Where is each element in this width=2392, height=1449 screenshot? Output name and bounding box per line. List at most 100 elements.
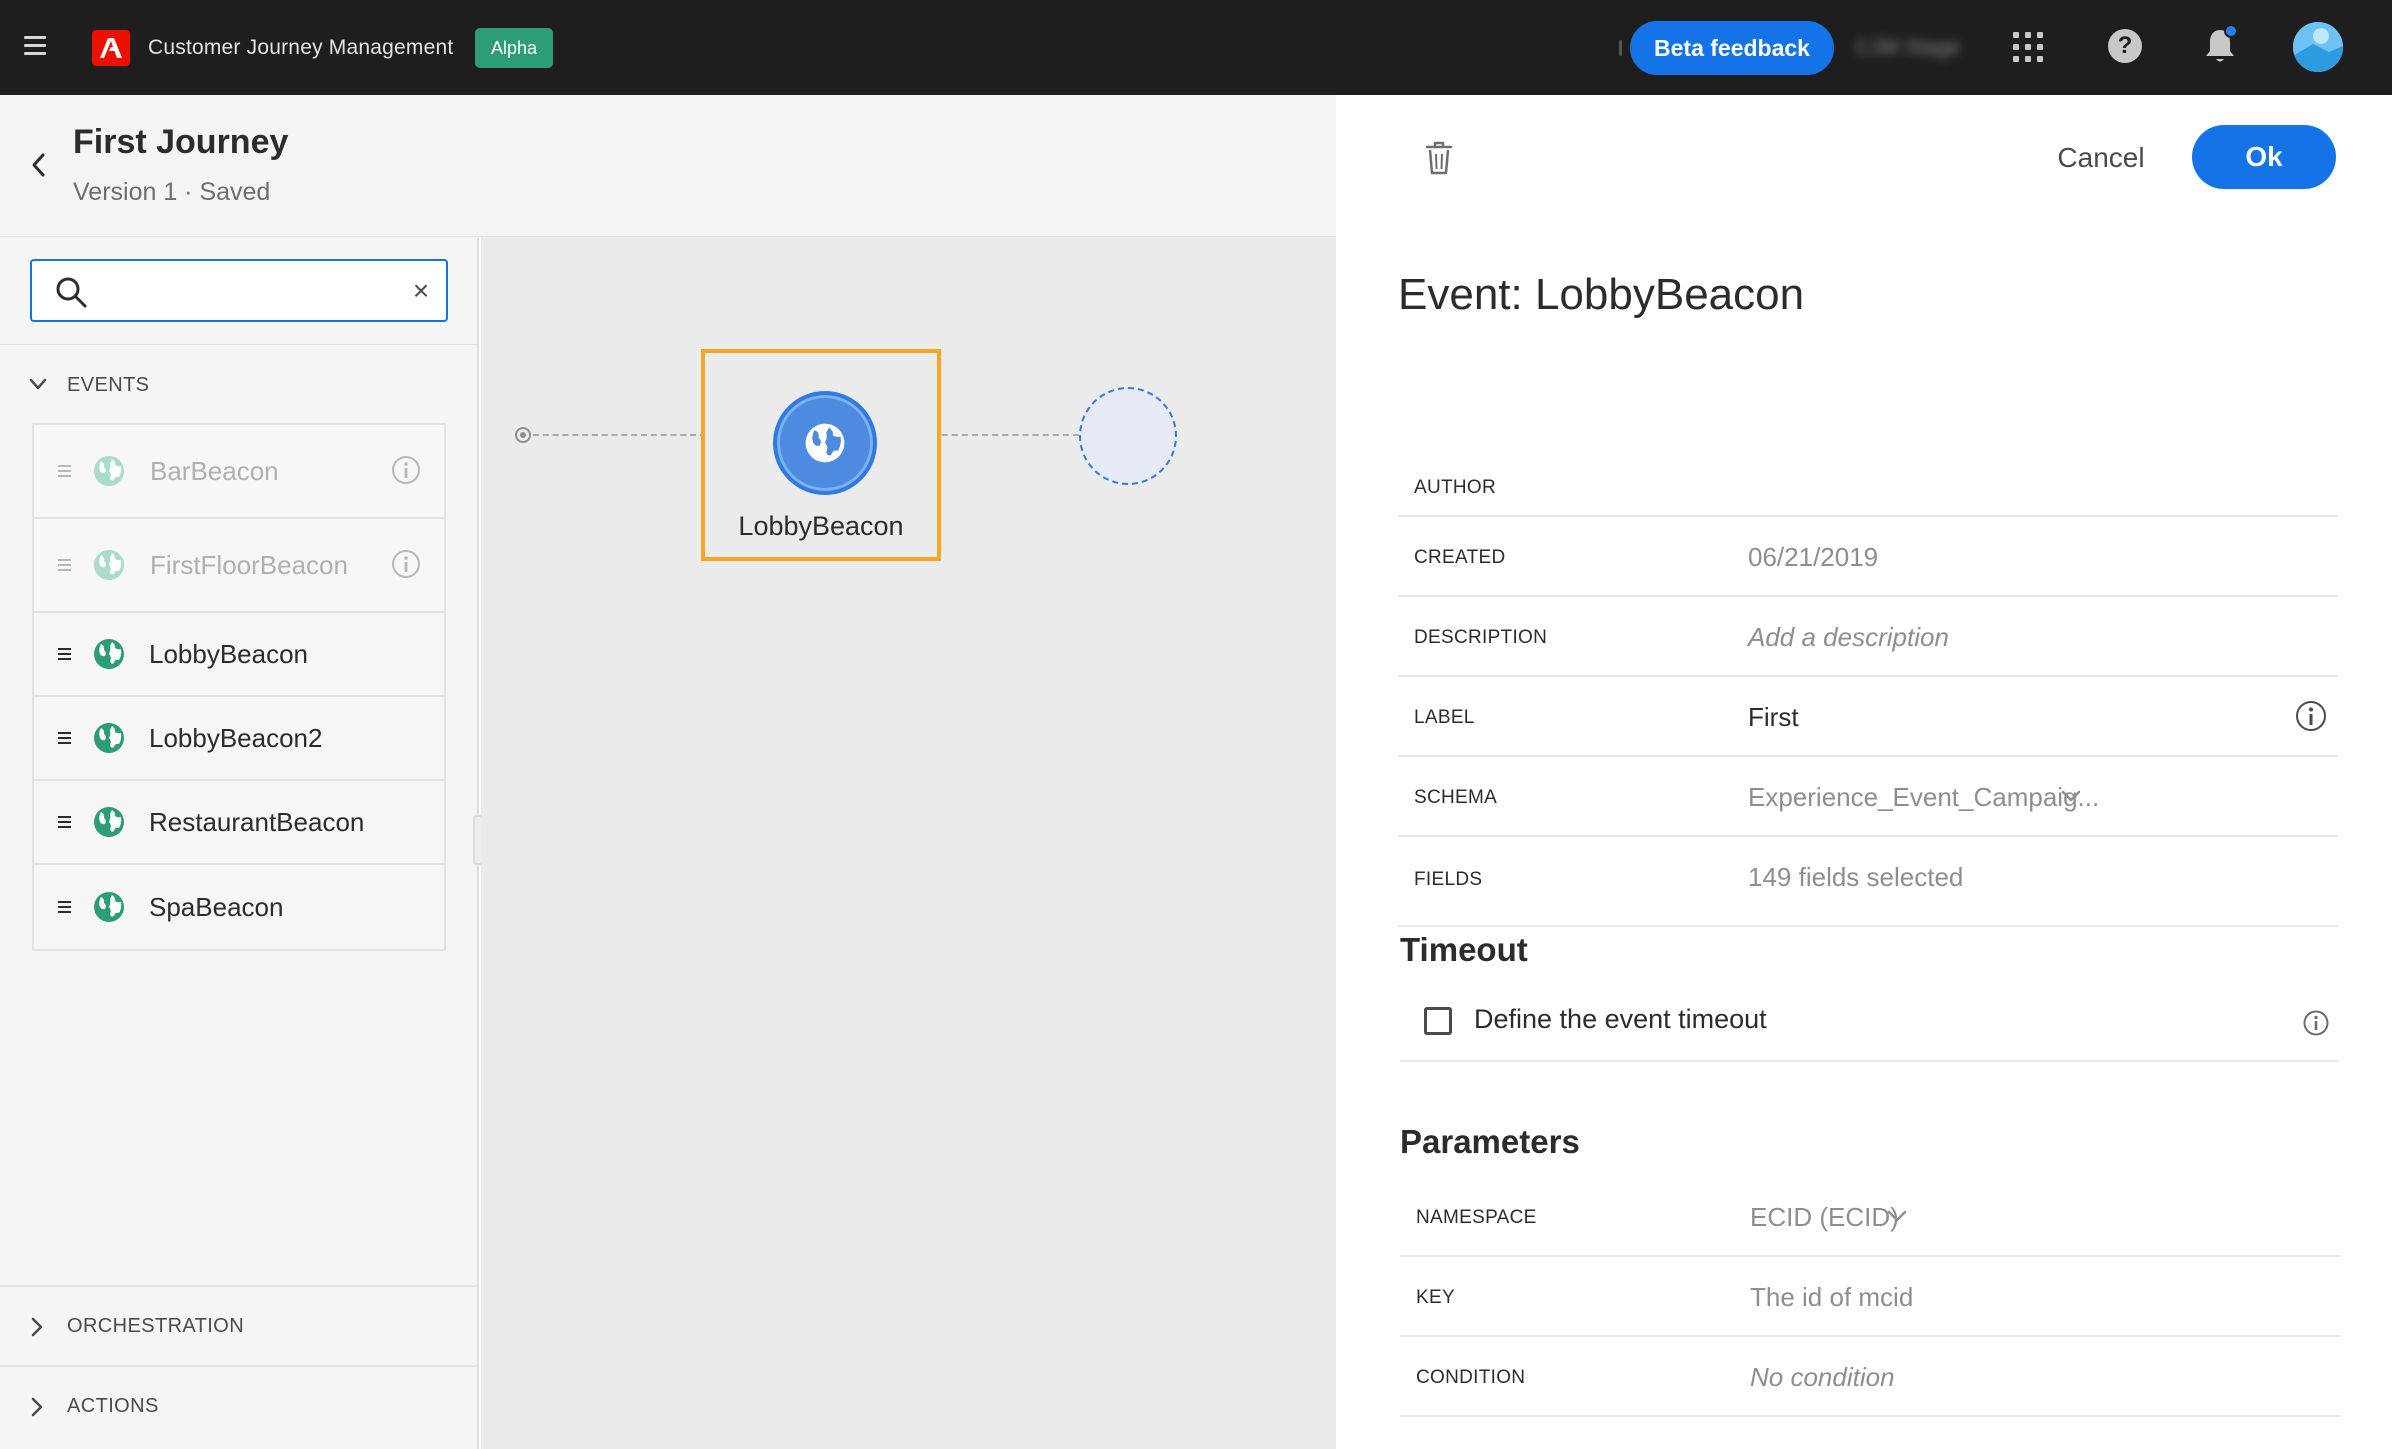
user-avatar[interactable]	[2293, 22, 2343, 72]
back-chevron-icon[interactable]	[28, 151, 48, 179]
drag-handle-icon[interactable]	[58, 648, 71, 660]
top-bar: Customer Journey Management Alpha Beta f…	[0, 0, 2392, 95]
event-item-barbeacon[interactable]: BarBeacon	[34, 425, 444, 519]
globe-icon	[94, 550, 124, 580]
event-item-spabeacon[interactable]: SpaBeacon	[34, 865, 444, 949]
journey-header: First Journey Version 1 · Saved	[0, 95, 1336, 237]
label-input[interactable]: First	[1748, 702, 1799, 733]
globe-icon	[94, 456, 124, 486]
globe-icon	[805, 423, 845, 463]
event-name: SpaBeacon	[149, 892, 284, 922]
journey-version-status: Version 1 · Saved	[73, 178, 271, 206]
key-row[interactable]: KEY The id of mcid	[1400, 1257, 2340, 1337]
event-item-restaurantbeacon[interactable]: RestaurantBeacon	[34, 781, 444, 865]
author-label: AUTHOR	[1414, 477, 1497, 498]
info-icon[interactable]	[390, 454, 422, 486]
start-point	[515, 427, 531, 443]
created-label: CREATED	[1414, 547, 1506, 568]
author-row: AUTHOR	[1398, 455, 2338, 517]
event-node-label: LobbyBeacon	[738, 511, 904, 541]
condition-row[interactable]: CONDITION No condition	[1400, 1337, 2340, 1417]
journey-title: First Journey	[73, 123, 289, 161]
adobe-logo[interactable]	[92, 30, 130, 66]
drag-handle-icon[interactable]	[58, 559, 71, 571]
chevron-down-icon[interactable]	[1886, 1209, 1908, 1223]
condition-label: CONDITION	[1416, 1367, 1526, 1388]
namespace-dropdown[interactable]: ECID (ECID)	[1750, 1202, 1899, 1233]
globe-icon	[94, 723, 124, 753]
description-row[interactable]: DESCRIPTION Add a description	[1398, 597, 2338, 677]
event-node-circle[interactable]	[773, 391, 877, 495]
clear-search-icon[interactable]: ×	[408, 277, 434, 305]
events-list: BarBeacon FirstFloorBeacon LobbyBeacon L…	[32, 423, 446, 951]
panel-title: Event: LobbyBeacon	[1398, 270, 1805, 319]
created-row: CREATED 06/21/2019	[1398, 517, 2338, 597]
info-icon[interactable]	[2302, 1009, 2330, 1037]
ok-button[interactable]: Ok	[2192, 125, 2336, 189]
schema-label: SCHEMA	[1414, 787, 1498, 808]
event-timeout-label[interactable]: Define the event timeout	[1474, 1004, 1767, 1035]
fields-row[interactable]: FIELDS 149 fields selected	[1398, 837, 2338, 927]
search-icon	[56, 277, 87, 308]
event-name: LobbyBeacon	[149, 639, 309, 669]
namespace-label: NAMESPACE	[1416, 1207, 1537, 1228]
chevron-down-icon	[29, 378, 47, 390]
app-title[interactable]: Customer Journey Management	[148, 36, 453, 60]
schema-row[interactable]: SCHEMA Experience_Event_Campaig...	[1398, 757, 2338, 837]
condition-value[interactable]: No condition	[1750, 1362, 1895, 1393]
help-icon[interactable]: ?	[2108, 29, 2142, 63]
drag-handle-icon[interactable]	[58, 465, 71, 477]
event-name: FirstFloorBeacon	[150, 550, 348, 580]
key-label: KEY	[1416, 1287, 1455, 1308]
org-switcher[interactable]: CJM Stage	[1856, 36, 1960, 60]
apps-grid-icon[interactable]	[2012, 31, 2044, 63]
description-input[interactable]: Add a description	[1748, 622, 1949, 653]
event-name: BarBeacon	[150, 456, 279, 486]
globe-icon	[94, 892, 124, 922]
event-name: LobbyBeacon2	[149, 723, 323, 753]
namespace-row[interactable]: NAMESPACE ECID (ECID)	[1400, 1177, 2340, 1257]
globe-icon	[94, 807, 124, 837]
next-step-placeholder[interactable]	[1079, 387, 1177, 485]
orchestration-section-toggle[interactable]: ORCHESTRATION	[0, 1285, 477, 1365]
journey-canvas[interactable]: LobbyBeacon	[481, 237, 1336, 1449]
search-field[interactable]: ×	[30, 259, 448, 322]
events-section-label: EVENTS	[67, 374, 150, 396]
search-input[interactable]	[102, 271, 402, 311]
drag-handle-icon[interactable]	[58, 816, 71, 828]
alpha-badge: Alpha	[475, 28, 554, 68]
label-row[interactable]: LABEL First	[1398, 677, 2338, 757]
description-label: DESCRIPTION	[1414, 627, 1548, 648]
chevron-down-icon[interactable]	[2060, 789, 2082, 803]
menu-icon[interactable]	[24, 36, 46, 58]
chevron-right-icon	[31, 1397, 43, 1417]
chevron-right-icon	[31, 1317, 43, 1337]
events-section-toggle[interactable]: EVENTS	[0, 355, 477, 415]
palette-panel: × EVENTS BarBeacon FirstFloorBeacon Lobb…	[0, 237, 479, 1449]
actions-section-toggle[interactable]: ACTIONS	[0, 1365, 477, 1445]
drag-handle-icon[interactable]	[58, 901, 71, 913]
selected-event-node[interactable]: LobbyBeacon	[701, 349, 941, 561]
timeout-section-title: Timeout	[1400, 931, 1528, 968]
event-item-firstfloorbeacon[interactable]: FirstFloorBeacon	[34, 519, 444, 613]
cancel-button[interactable]: Cancel	[2036, 135, 2166, 181]
beta-feedback-button[interactable]: Beta feedback	[1630, 21, 1834, 75]
drag-handle-icon[interactable]	[58, 732, 71, 744]
key-value[interactable]: The id of mcid	[1750, 1282, 1913, 1313]
event-properties-panel: Cancel Ok Event: LobbyBeacon AUTHOR CREA…	[1336, 95, 2392, 1449]
divider	[1400, 1060, 2338, 1062]
divider	[0, 344, 477, 345]
orchestration-section-label: ORCHESTRATION	[67, 1315, 245, 1337]
event-timeout-checkbox[interactable]	[1424, 1007, 1452, 1035]
fields-label: FIELDS	[1414, 869, 1483, 890]
trash-icon[interactable]	[1424, 140, 1454, 176]
event-name: RestaurantBeacon	[149, 807, 365, 837]
schema-dropdown[interactable]: Experience_Event_Campaig...	[1748, 782, 2099, 813]
fields-selected-link[interactable]: 149 fields selected	[1748, 862, 1963, 893]
event-item-lobbybeacon2[interactable]: LobbyBeacon2	[34, 697, 444, 781]
created-value: 06/21/2019	[1748, 542, 1879, 572]
info-icon[interactable]	[2294, 699, 2328, 733]
info-icon[interactable]	[390, 548, 422, 580]
actions-section-label: ACTIONS	[67, 1395, 159, 1417]
event-item-lobbybeacon[interactable]: LobbyBeacon	[34, 613, 444, 697]
